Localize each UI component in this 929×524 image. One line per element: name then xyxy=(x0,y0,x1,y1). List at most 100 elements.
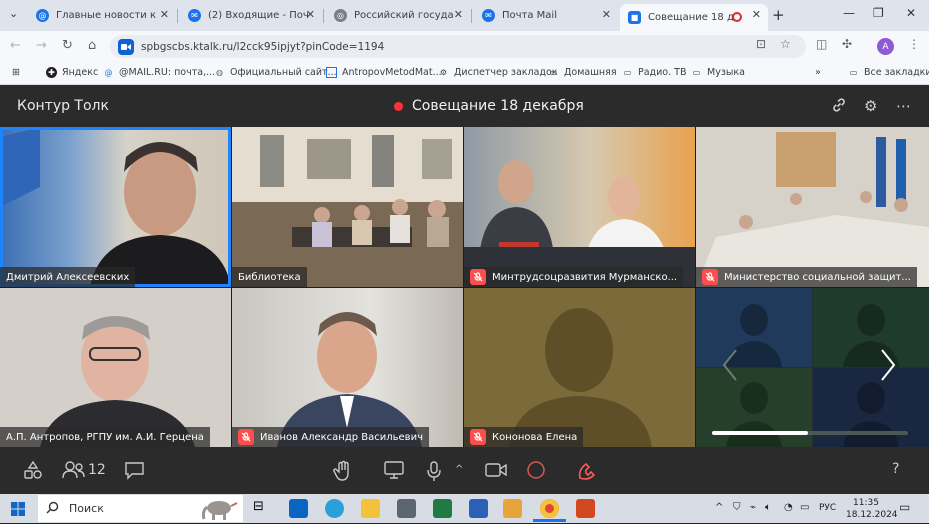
participant-video xyxy=(232,127,463,287)
browser-tab-2[interactable]: ✉ (2) Входящие - Почта М ✕ xyxy=(180,4,322,27)
outlook-icon[interactable] xyxy=(289,499,308,518)
word-icon[interactable] xyxy=(469,499,488,518)
bookmark-folder-radio[interactable]: ▭ Радио. ТВ xyxy=(622,67,687,78)
edge-icon[interactable] xyxy=(325,499,344,518)
usb-icon[interactable]: ⌁ xyxy=(750,502,756,513)
bookmark-manager[interactable]: ⚙ Диспетчер закладок xyxy=(438,67,558,78)
forward-icon[interactable]: → xyxy=(36,38,47,53)
participant-video xyxy=(0,127,231,287)
bookmark-star-icon[interactable]: ☆ xyxy=(780,37,791,51)
home-icon[interactable]: ⌂ xyxy=(88,38,96,53)
video-tile-7[interactable]: Кононова Елена xyxy=(464,288,695,447)
volume-icon[interactable]: 🔈︎ xyxy=(765,502,771,513)
page-scroll-thumb[interactable] xyxy=(712,431,808,435)
close-icon[interactable]: ✕ xyxy=(602,8,611,21)
bookmark-official-site[interactable]: ◍ Официальный сайт... xyxy=(214,67,337,78)
tab-search-icon[interactable]: ⌄ xyxy=(9,7,18,20)
video-tile-4[interactable]: Министерство социальной защит... xyxy=(696,127,929,287)
video-tile-3[interactable]: Минтрудсоцразвития Мурманско... xyxy=(464,127,695,287)
bookmark-folder-home[interactable]: ▭ Домашняя xyxy=(548,67,617,78)
hang-up-icon[interactable] xyxy=(576,460,598,486)
mic-options-chevron-icon[interactable]: ^ xyxy=(455,464,463,475)
participant-video xyxy=(277,312,422,447)
link-icon[interactable] xyxy=(831,97,847,117)
reload-icon[interactable]: ↻ xyxy=(62,38,73,53)
cast-icon[interactable]: ⊡ xyxy=(756,37,766,51)
video-tile-1[interactable]: Дмитрий Алексеевских xyxy=(0,127,231,287)
browser-tab-5-active[interactable]: ■ Совещание 18 декаб ✕ xyxy=(620,4,768,31)
record-icon[interactable] xyxy=(526,460,546,484)
browser-toolbar: ← → ↻ ⌂ spbgscbs.ktalk.ru/l2cck95ipjyt?p… xyxy=(0,31,929,62)
new-tab-icon[interactable]: + xyxy=(772,6,785,24)
close-icon[interactable]: ✕ xyxy=(454,8,463,21)
more-bookmarks-icon[interactable]: » xyxy=(815,67,821,78)
close-icon[interactable]: ✕ xyxy=(306,8,315,21)
more-participants-tile[interactable] xyxy=(696,288,929,447)
next-page-chevron-icon[interactable] xyxy=(880,348,896,386)
globe-icon: ◍ xyxy=(216,68,223,77)
bookmark-folder-music[interactable]: ▭ Музыка xyxy=(691,67,745,78)
browser-tab-4[interactable]: ✉ Почта Mail ✕ xyxy=(474,4,618,27)
browser-tab-3[interactable]: ◎ Российский государстве ✕ xyxy=(326,4,470,27)
video-icon: ■ xyxy=(628,11,641,24)
close-icon[interactable]: ✕ xyxy=(752,8,761,21)
shield-icon[interactable]: ⛉ xyxy=(733,502,741,513)
settings-gear-icon[interactable]: ⚙ xyxy=(864,97,877,115)
video-grid: Дмитрий Алексеевских Библиотека Минтрудс… xyxy=(0,127,929,447)
video-tile-2[interactable]: Библиотека xyxy=(232,127,463,287)
excel-icon[interactable] xyxy=(433,499,452,518)
battery-icon[interactable]: ▭ xyxy=(800,502,809,513)
url-text: spbgscbs.ktalk.ru/l2cck95ipjyt?pinCode=1… xyxy=(141,40,385,53)
minimize-icon[interactable]: — xyxy=(843,6,855,20)
meeting-header: Контур Толк Совещание 18 декабря ⚙ ⋯ xyxy=(0,85,929,127)
tray-chevron-icon[interactable]: ^ xyxy=(715,502,723,513)
calculator-icon[interactable] xyxy=(397,499,416,518)
notifications-icon[interactable]: ▭ xyxy=(899,500,910,514)
video-tile-6[interactable]: Иванов Александр Васильевич xyxy=(232,288,463,447)
search-icon xyxy=(46,501,59,517)
participants-icon[interactable] xyxy=(62,460,86,484)
extension-icon[interactable]: ◫ xyxy=(816,37,827,51)
powerpoint-icon[interactable] xyxy=(576,499,595,518)
browser-tab-1[interactable]: @ Главные новости к утру ✕ xyxy=(28,4,176,27)
os-taskbar: Поиск ⊟ ^ ⛉ ⌁ 🔈︎ ◔ ▭ РУС 11:35 18.12.202… xyxy=(0,494,929,523)
microphone-icon[interactable] xyxy=(425,460,443,486)
mic-off-icon xyxy=(470,429,486,445)
window-close-icon[interactable]: ✕ xyxy=(906,6,916,20)
meeting-controls: 12 ^ ? xyxy=(0,447,929,494)
recording-icon xyxy=(732,12,742,22)
menu-dots-icon[interactable]: ⋮ xyxy=(908,37,920,51)
windows-start-icon[interactable] xyxy=(11,501,25,520)
help-icon[interactable]: ? xyxy=(892,461,899,477)
network-icon[interactable]: ◔ xyxy=(784,502,793,513)
shapes-icon[interactable] xyxy=(23,460,43,484)
prev-page-chevron-icon[interactable] xyxy=(722,348,738,386)
media-player-icon[interactable] xyxy=(503,499,522,518)
language-indicator[interactable]: РУС xyxy=(819,503,836,513)
system-clock[interactable]: 11:35 18.12.2024 xyxy=(846,497,898,521)
taskbar-search[interactable]: Поиск xyxy=(38,495,243,522)
bookmark-antropov[interactable]: AntropovMetodMat... xyxy=(326,67,442,78)
more-options-icon[interactable]: ⋯ xyxy=(896,97,911,115)
screen-share-icon[interactable] xyxy=(383,460,405,484)
apps-grid-icon[interactable]: ⊞ xyxy=(12,67,20,78)
chrome-icon[interactable] xyxy=(540,499,559,518)
page-scrollbar[interactable] xyxy=(712,431,908,435)
folder-icon: ▭ xyxy=(692,68,701,77)
video-tile-5[interactable]: А.П. Антропов, РГПУ им. А.И. Герцена xyxy=(0,288,231,447)
file-explorer-icon[interactable] xyxy=(361,499,380,518)
bookmark-yandex[interactable]: ✚ Яндекс xyxy=(46,67,98,78)
address-bar[interactable]: spbgscbs.ktalk.ru/l2cck95ipjyt?pinCode=1… xyxy=(110,35,806,58)
bookmark-mailru[interactable]: @ @MAIL.RU: почта,... xyxy=(103,67,216,78)
task-view-icon[interactable]: ⊟ xyxy=(253,499,272,518)
profile-avatar[interactable]: A xyxy=(877,38,894,55)
close-icon[interactable]: ✕ xyxy=(160,8,169,21)
back-icon[interactable]: ← xyxy=(10,38,21,53)
restore-icon[interactable]: ❐ xyxy=(873,6,884,20)
camera-icon[interactable] xyxy=(484,460,508,484)
participant-count[interactable]: 12 xyxy=(88,462,106,478)
chat-icon[interactable] xyxy=(124,460,145,484)
all-bookmarks[interactable]: ▭ Все закладки xyxy=(848,67,929,78)
raise-hand-icon[interactable] xyxy=(333,460,353,486)
puzzle-icon[interactable]: ✣ xyxy=(842,37,852,51)
